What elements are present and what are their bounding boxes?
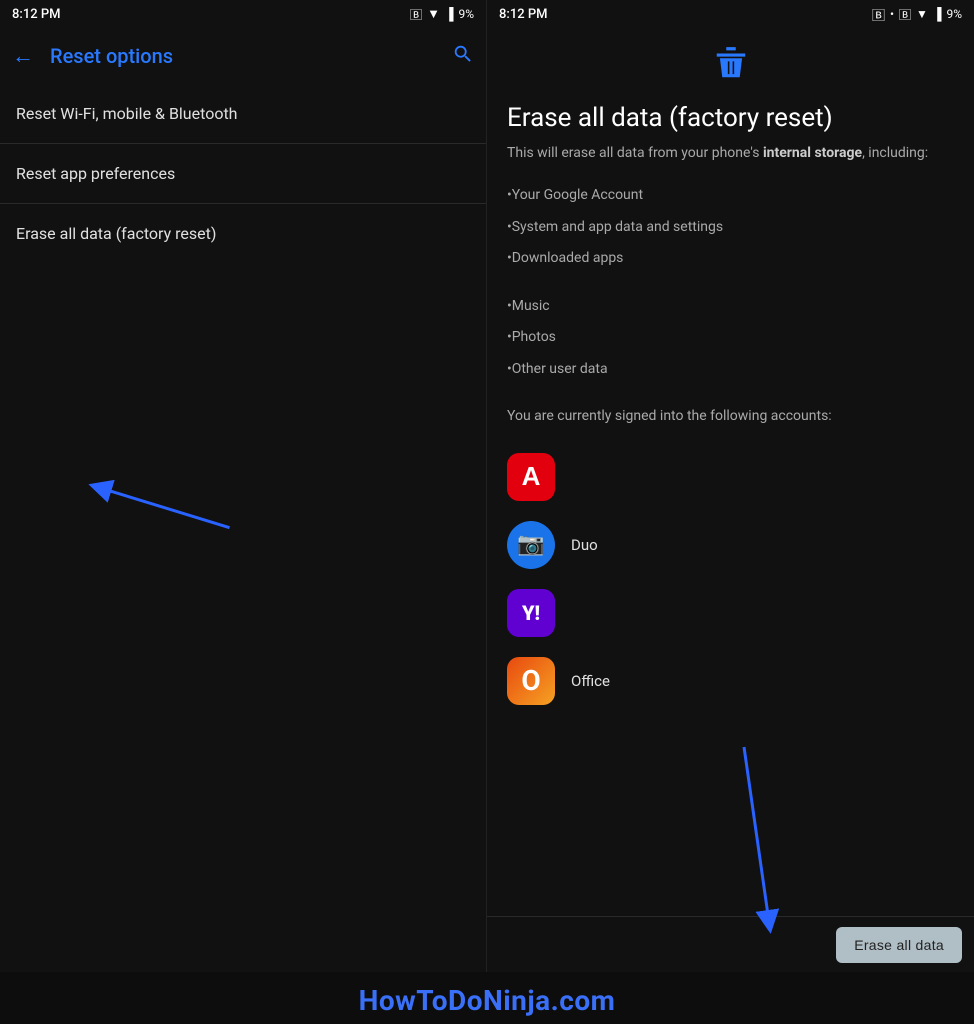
duo-icon: 📷 xyxy=(507,521,555,569)
list-item: •Music xyxy=(507,291,954,323)
page-title: Reset options xyxy=(50,44,452,68)
trash-icon xyxy=(507,44,954,91)
list-item: •Other user data xyxy=(507,354,954,386)
erase-content: Erase all data (factory reset) This will… xyxy=(487,28,974,916)
list-item: •Photos xyxy=(507,322,954,354)
erase-title: Erase all data (factory reset) xyxy=(507,103,954,133)
app-row-office: O Office xyxy=(507,647,954,715)
app-row-adobe: A xyxy=(507,443,954,511)
app-row-yahoo: Y! xyxy=(507,579,954,647)
wifi-icon: ▼ xyxy=(427,6,440,22)
list-item: •Downloaded apps xyxy=(507,243,954,275)
list-item: •System and app data and settings xyxy=(507,212,954,244)
watermark: HowToDoNinja.com xyxy=(0,972,974,1024)
right-time: 8:12 PM xyxy=(499,7,548,22)
erase-all-button[interactable]: Erase all data xyxy=(836,927,962,963)
erase-list: •Your Google Account •System and app dat… xyxy=(507,180,954,386)
toolbar: ← Reset options xyxy=(0,28,486,84)
bottom-bar: Erase all data xyxy=(487,916,974,972)
signal-icon: ▐ xyxy=(445,7,454,21)
right-bluetooth-icon: 🄱 xyxy=(899,6,911,23)
yahoo-icon: Y! xyxy=(507,589,555,637)
right-dot-icon: • xyxy=(890,7,894,21)
left-status-bar: 8:12 PM 🄱 ▼ ▐ 9% xyxy=(0,0,486,28)
menu-item-wifi[interactable]: Reset Wi-Fi, mobile & Bluetooth xyxy=(0,84,486,144)
right-signal-icon: ▐ xyxy=(933,7,942,21)
office-label: Office xyxy=(571,672,610,690)
right-status-icons: 🄱 • 🄱 ▼ ▐ 9% xyxy=(872,5,962,24)
menu-item-app-preferences[interactable]: Reset app preferences xyxy=(0,144,486,204)
right-battery-text: 9% xyxy=(946,7,962,21)
arrow-annotation-left xyxy=(0,263,486,972)
back-button[interactable]: ← xyxy=(12,43,34,69)
list-item: •Your Google Account xyxy=(507,180,954,212)
app-row-duo: 📷 Duo xyxy=(507,511,954,579)
bluetooth-icon: 🄱 xyxy=(410,6,422,23)
right-notification-icon: 🄱 xyxy=(872,5,885,24)
duo-label: Duo xyxy=(571,536,598,554)
left-status-icons: 🄱 ▼ ▐ 9% xyxy=(410,6,474,23)
search-button[interactable] xyxy=(452,43,474,70)
menu-item-factory-reset[interactable]: Erase all data (factory reset) xyxy=(0,204,486,263)
office-icon: O xyxy=(507,657,555,705)
right-wifi-icon: ▼ xyxy=(916,7,928,21)
right-status-bar: 8:12 PM 🄱 • 🄱 ▼ ▐ 9% xyxy=(487,0,974,28)
left-time: 8:12 PM xyxy=(12,7,61,22)
battery-text-left: 9% xyxy=(458,7,474,21)
accounts-text: You are currently signed into the follow… xyxy=(507,406,954,427)
adobe-icon: A xyxy=(507,453,555,501)
erase-description: This will erase all data from your phone… xyxy=(507,143,954,164)
